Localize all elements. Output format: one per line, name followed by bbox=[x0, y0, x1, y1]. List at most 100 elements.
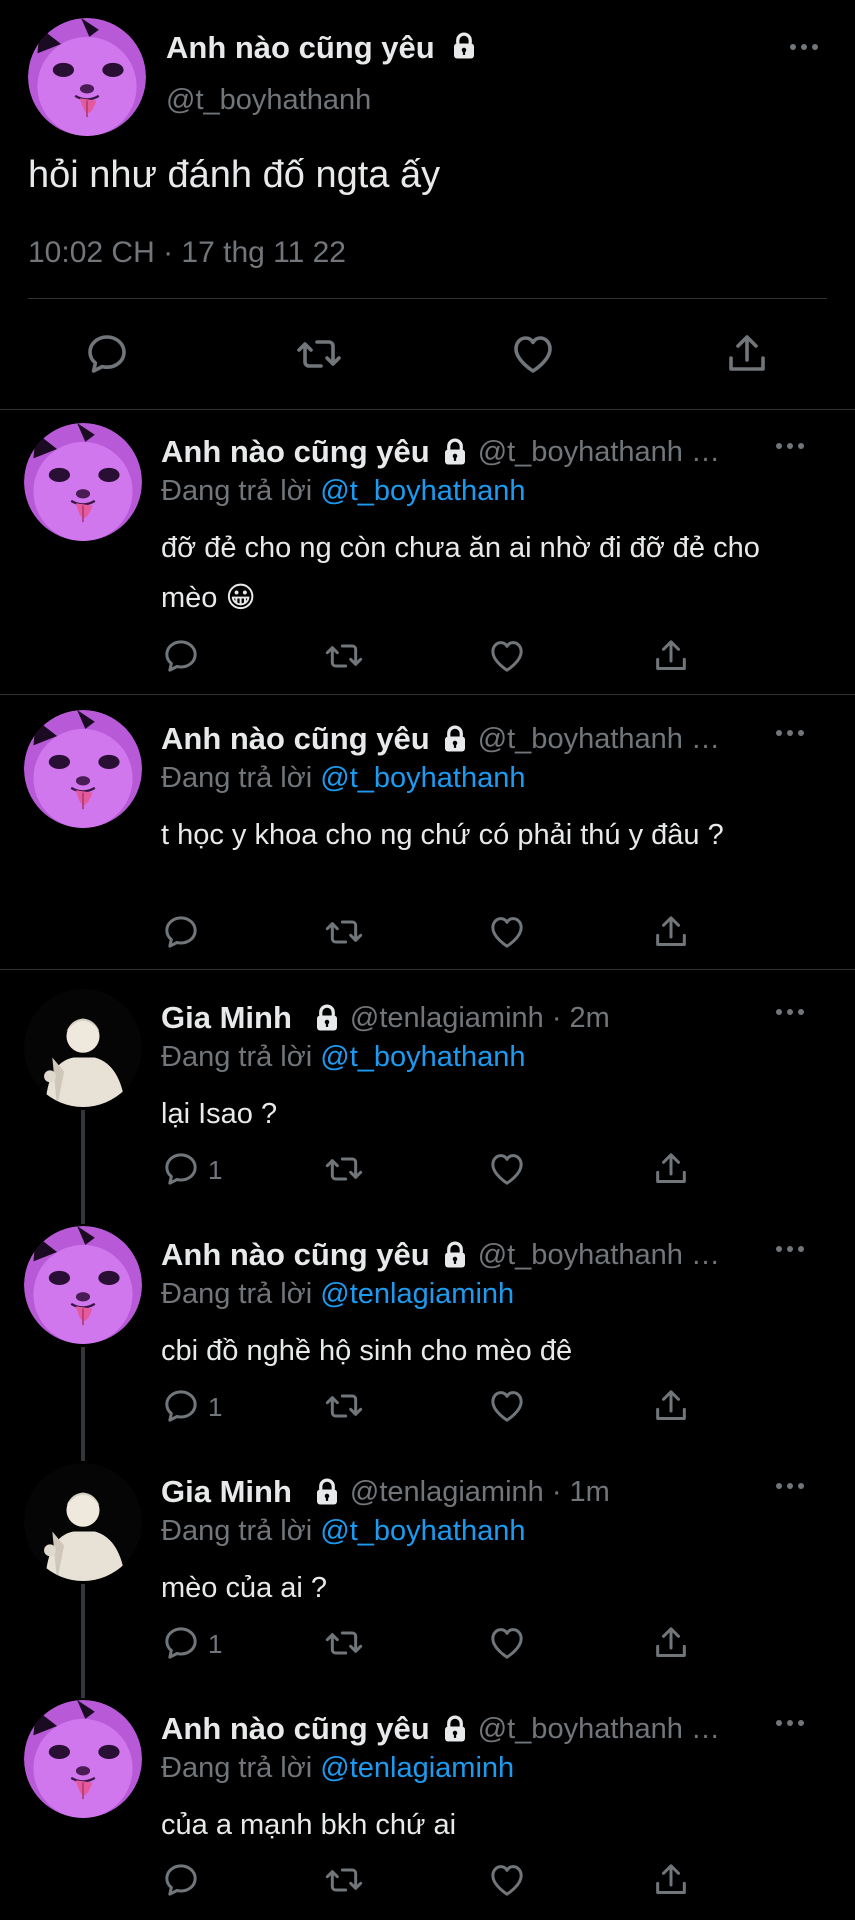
reply-icon[interactable] bbox=[161, 912, 201, 952]
heart-icon[interactable] bbox=[487, 1860, 527, 1900]
avatar[interactable] bbox=[24, 710, 142, 828]
author-name[interactable]: Anh nào cũng yêu bbox=[161, 434, 430, 470]
more-icon[interactable] bbox=[776, 443, 804, 449]
replying-label: Đang trả lời bbox=[161, 1041, 313, 1073]
share-icon[interactable] bbox=[651, 1149, 691, 1189]
avatar[interactable] bbox=[24, 423, 142, 541]
replying-label: Đang trả lời bbox=[161, 1278, 313, 1310]
replying-to: Đang trả lời @tenlagiaminh bbox=[161, 1752, 514, 1785]
tweet-text: của a mạnh bkh chứ ai bbox=[161, 1809, 457, 1841]
author-name[interactable]: Anh nào cũng yêu bbox=[166, 30, 479, 66]
author-name[interactable]: Anh nào cũng yêu bbox=[161, 1711, 430, 1747]
reply-tweet[interactable]: Anh nào cũng yêu @t_boyhathanh … Đang tr… bbox=[0, 710, 855, 970]
more-icon[interactable] bbox=[776, 1720, 804, 1726]
heart-icon[interactable] bbox=[487, 1149, 527, 1189]
mention-link[interactable]: @tenlagiaminh bbox=[320, 1278, 514, 1310]
avatar[interactable] bbox=[24, 989, 142, 1107]
reply-icon[interactable] bbox=[83, 330, 131, 378]
replying-to: Đang trả lời @t_boyhathanh bbox=[161, 762, 525, 795]
tweet-text: đỡ đẻ cho ng còn chưa ăn ai nhờ đi đỡ đẻ… bbox=[161, 532, 760, 614]
mention-link[interactable]: @t_boyhathanh bbox=[320, 475, 525, 507]
replying-to: Đang trả lời @tenlagiaminh bbox=[161, 1278, 514, 1311]
replying-label: Đang trả lời bbox=[161, 1515, 313, 1547]
heart-icon[interactable] bbox=[487, 912, 527, 952]
lock-icon bbox=[440, 1714, 470, 1744]
avatar[interactable] bbox=[24, 1463, 142, 1581]
lock-icon bbox=[312, 1477, 342, 1507]
heart-icon[interactable] bbox=[487, 1623, 527, 1663]
replying-label: Đang trả lời bbox=[161, 475, 313, 507]
retweet-icon[interactable] bbox=[295, 330, 343, 378]
author-name[interactable]: Gia Minh bbox=[161, 1474, 292, 1510]
reply-tweet[interactable]: Gia Minh @tenlagiaminh · 2m Đang trả lời… bbox=[0, 989, 855, 1219]
reply-tweet[interactable]: Gia Minh @tenlagiaminh · 1m Đang trả lời… bbox=[0, 1463, 855, 1693]
reply-count: 1 bbox=[208, 1629, 223, 1659]
heart-icon[interactable] bbox=[487, 1386, 527, 1426]
mention-link[interactable]: @t_boyhathanh bbox=[320, 762, 525, 794]
author-handle[interactable]: @t_boyhathanh … bbox=[478, 723, 720, 756]
reply-tweet[interactable]: Anh nào cũng yêu @t_boyhathanh … Đang tr… bbox=[0, 423, 855, 695]
share-icon[interactable] bbox=[651, 1386, 691, 1426]
lock-icon bbox=[440, 437, 470, 467]
author-handle[interactable]: @t_boyhathanh … bbox=[478, 1713, 720, 1746]
tweet-timestamp[interactable]: 10:02 CH · 17 thg 11 22 bbox=[28, 236, 346, 270]
replying-label: Đang trả lời bbox=[161, 1752, 313, 1784]
lock-icon bbox=[440, 724, 470, 754]
retweet-icon[interactable] bbox=[324, 1386, 364, 1426]
share-icon[interactable] bbox=[723, 330, 771, 378]
replying-label: Đang trả lời bbox=[161, 762, 313, 794]
share-icon[interactable] bbox=[651, 1623, 691, 1663]
tweet-text: lại Isao ? bbox=[161, 1098, 278, 1130]
mention-link[interactable]: @tenlagiaminh bbox=[320, 1752, 514, 1784]
author-handle[interactable]: @t_boyhathanh … bbox=[478, 1239, 720, 1272]
replying-to: Đang trả lời @t_boyhathanh bbox=[161, 475, 525, 508]
tweet-text: t học y khoa cho ng chứ có phải thú y đâ… bbox=[161, 819, 724, 851]
more-icon[interactable] bbox=[776, 1483, 804, 1489]
replying-to: Đang trả lời @t_boyhathanh bbox=[161, 1041, 525, 1074]
mention-link[interactable]: @t_boyhathanh bbox=[320, 1041, 525, 1073]
lock-icon bbox=[312, 1003, 342, 1033]
retweet-icon[interactable] bbox=[324, 1623, 364, 1663]
avatar[interactable] bbox=[24, 1700, 142, 1818]
divider bbox=[28, 298, 827, 299]
reply-icon[interactable] bbox=[161, 1149, 201, 1189]
replying-to: Đang trả lời @t_boyhathanh bbox=[161, 1515, 525, 1548]
reply-tweet[interactable]: Anh nào cũng yêu @t_boyhathanh … Đang tr… bbox=[0, 1700, 855, 1920]
retweet-icon[interactable] bbox=[324, 912, 364, 952]
reply-icon[interactable] bbox=[161, 1860, 201, 1900]
reply-count: 1 bbox=[208, 1155, 223, 1185]
author-name-text[interactable]: Anh nào cũng yêu bbox=[166, 30, 435, 65]
reply-count: 1 bbox=[208, 1392, 223, 1422]
avatar[interactable] bbox=[28, 18, 146, 136]
tweet-text: cbi đồ nghề hộ sinh cho mèo đê bbox=[161, 1335, 573, 1367]
more-icon[interactable] bbox=[776, 730, 804, 736]
share-icon[interactable] bbox=[651, 1860, 691, 1900]
reply-icon[interactable] bbox=[161, 1623, 201, 1663]
retweet-icon[interactable] bbox=[324, 1149, 364, 1189]
author-name[interactable]: Anh nào cũng yêu bbox=[161, 721, 430, 757]
author-name[interactable]: Gia Minh bbox=[161, 1000, 292, 1036]
more-icon[interactable] bbox=[776, 1009, 804, 1015]
reply-tweet[interactable]: Anh nào cũng yêu @t_boyhathanh … Đang tr… bbox=[0, 1226, 855, 1456]
heart-icon[interactable] bbox=[487, 636, 527, 676]
retweet-icon[interactable] bbox=[324, 1860, 364, 1900]
more-icon[interactable] bbox=[776, 1246, 804, 1252]
share-icon[interactable] bbox=[651, 912, 691, 952]
reply-icon[interactable] bbox=[161, 1386, 201, 1426]
main-tweet: Anh nào cũng yêu @t_boyhathanh hỏi như đ… bbox=[0, 0, 855, 410]
author-name[interactable]: Anh nào cũng yêu bbox=[161, 1237, 430, 1273]
mention-link[interactable]: @t_boyhathanh bbox=[320, 1515, 525, 1547]
avatar[interactable] bbox=[24, 1226, 142, 1344]
author-handle[interactable]: @tenlagiaminh · 2m bbox=[350, 1002, 610, 1035]
reply-icon[interactable] bbox=[161, 636, 201, 676]
share-icon[interactable] bbox=[651, 636, 691, 676]
author-handle[interactable]: @tenlagiaminh · 1m bbox=[350, 1476, 610, 1509]
tweet-text: hỏi như đánh đố ngta ấy bbox=[28, 154, 441, 196]
lock-icon bbox=[449, 31, 479, 61]
tweet-text: mèo của ai ? bbox=[161, 1572, 328, 1604]
more-icon[interactable] bbox=[790, 44, 818, 50]
retweet-icon[interactable] bbox=[324, 636, 364, 676]
author-handle[interactable]: @t_boyhathanh bbox=[166, 84, 371, 117]
author-handle[interactable]: @t_boyhathanh … bbox=[478, 436, 720, 469]
heart-icon[interactable] bbox=[509, 330, 557, 378]
